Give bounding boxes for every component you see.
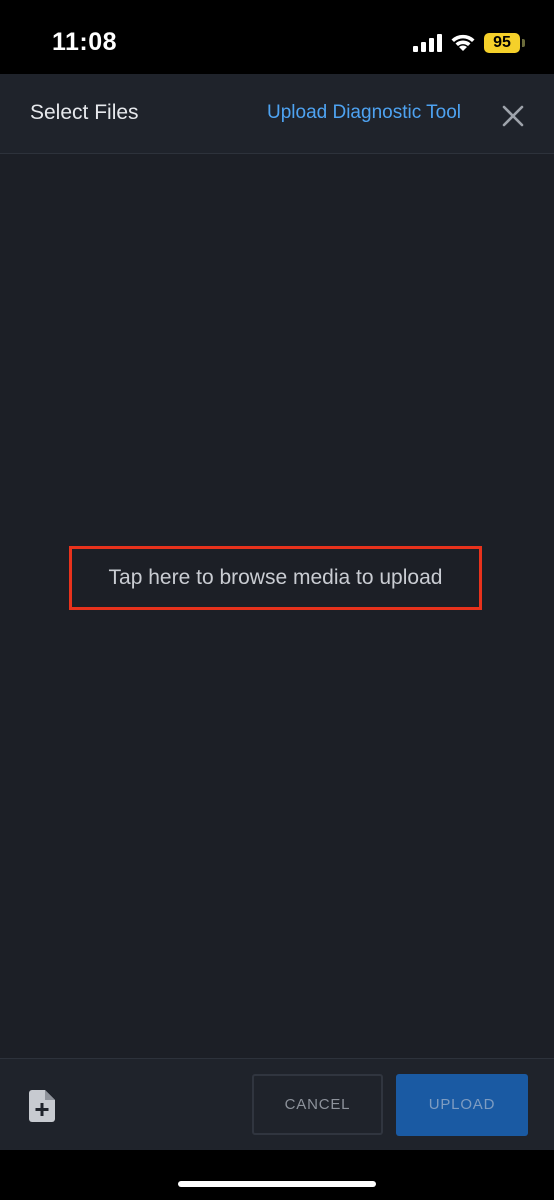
- battery-level: 95: [484, 33, 520, 53]
- page-title: Select Files: [30, 101, 139, 124]
- status-time: 11:08: [52, 28, 118, 56]
- footer-toolbar: CANCEL UPLOAD: [0, 1058, 554, 1151]
- battery-icon: 95: [484, 33, 526, 53]
- upload-button[interactable]: UPLOAD: [396, 1074, 528, 1136]
- select-files-screen: Select Files Upload Diagnostic Tool Tap …: [0, 74, 554, 1151]
- home-indicator-area: [0, 1150, 554, 1200]
- add-file-icon[interactable]: [29, 1090, 55, 1122]
- upload-diagnostic-tool-link[interactable]: Upload Diagnostic Tool: [267, 102, 461, 124]
- status-bar: 11:08 95: [0, 0, 554, 74]
- wifi-icon: [451, 34, 475, 51]
- header: Select Files Upload Diagnostic Tool: [0, 74, 554, 154]
- browse-media-prompt: Tap here to browse media to upload: [108, 566, 443, 589]
- cellular-signal-icon: [413, 34, 442, 52]
- browse-media-button[interactable]: Tap here to browse media to upload: [69, 546, 482, 610]
- cancel-button[interactable]: CANCEL: [252, 1074, 383, 1135]
- media-drop-area[interactable]: Tap here to browse media to upload: [0, 154, 554, 1058]
- battery-nub: [522, 39, 525, 47]
- home-indicator[interactable]: [178, 1181, 376, 1187]
- close-icon[interactable]: [498, 101, 528, 131]
